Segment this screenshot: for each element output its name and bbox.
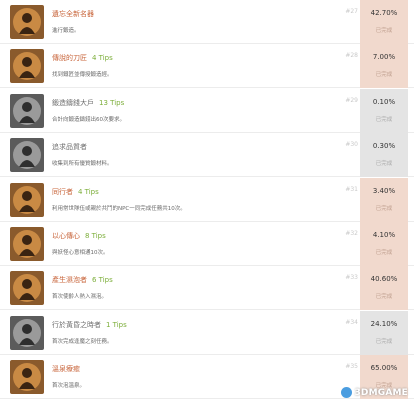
completion-cell: 4.10% 已完成 <box>360 222 408 266</box>
achievement-row[interactable]: 傳說的刀匠 4 Tips 找到鐵匠並傳授鍛造經。 #28 7.00% 已完成 <box>0 44 414 89</box>
achievement-row[interactable]: 同行者 4 Tips 利用常世隊伍或親於共鬥的NPC一同完成任務共10次。 #31 3.… <box>0 177 414 222</box>
achievement-name: 產生濕泡者 <box>52 276 87 285</box>
completion-cell: 7.00% 已完成 <box>360 44 408 89</box>
achievement-number: #31 <box>345 185 358 193</box>
achievement-title: 溫泉療癒 <box>52 364 80 374</box>
achievement-title: 同行者 4 Tips <box>52 187 99 197</box>
warrior-portrait-icon <box>10 49 44 84</box>
completion-percent: 0.30% <box>372 142 396 151</box>
watermark-text: 3DMGAME <box>354 388 408 398</box>
achievement-list: 遺忘全新名器 進行鍛造。 #27 42.70% 已完成 傳說的刀匠 4 Tips 找到鐵匠並傳… <box>0 0 414 400</box>
achievement-description: 首次完成逢魔之刻任務。 <box>52 338 113 345</box>
achievement-row[interactable]: 遺忘全新名器 進行鍛造。 #27 42.70% 已完成 <box>0 0 414 44</box>
tips-link[interactable]: 6 Tips <box>92 276 113 284</box>
completion-cell: 0.30% 已完成 <box>360 133 408 178</box>
warrior-portrait-icon <box>10 93 44 128</box>
tips-link[interactable]: 4 Tips <box>92 54 113 62</box>
warrior-portrait-icon <box>10 360 44 395</box>
achievement-number: #35 <box>345 363 358 371</box>
completion-status: 已完成 <box>375 161 393 168</box>
completion-percent: 40.60% <box>370 275 398 284</box>
completion-status: 已完成 <box>375 338 393 345</box>
completion-percent: 42.70% <box>370 9 398 17</box>
achievement-row[interactable]: 追求品質者收集到所有優質鍛材料。 #30 0.30% 已完成 <box>0 133 414 178</box>
achievement-description: 首次使齡人熱入濕泡。 <box>52 294 108 301</box>
completion-status: 已完成 <box>375 116 393 123</box>
completion-percent: 24.10% <box>370 319 398 328</box>
achievement-description: 進行鍛造。 <box>52 28 80 34</box>
achievement-name: 以心傳心 <box>52 232 80 240</box>
completion-status: 已完成 <box>375 250 393 256</box>
achievement-number: #30 <box>345 141 358 149</box>
achievement-row[interactable]: 行於黃昏之時者 1 Tips 首次完成逢魔之刻任務。 #34 24.10% 已完成 <box>0 310 414 355</box>
achievement-description: 找到鐵匠並傳授鍛造經。 <box>52 72 113 79</box>
completion-status: 已完成 <box>375 28 393 34</box>
tips-link[interactable]: 13 Tips <box>99 99 124 107</box>
completion-percent: 0.10% <box>372 97 396 106</box>
completion-cell: 24.10% 已完成 <box>360 310 408 355</box>
achievement-name: 傳說的刀匠 <box>52 54 87 63</box>
completion-percent: 7.00% <box>372 53 396 62</box>
watermark-logo-icon <box>341 387 353 398</box>
achievement-description: 利用常世隊伍或親於共鬥的NPC一同完成任務共10次。 <box>52 205 186 212</box>
tips-link[interactable]: 8 Tips <box>85 232 106 240</box>
achievement-description: 與妖怪心意相通10次。 <box>52 250 109 256</box>
watermark: 3DMGAME <box>341 387 408 398</box>
achievement-title: 追求品質者 <box>52 142 87 152</box>
completion-status: 已完成 <box>375 294 393 301</box>
achievement-number: #34 <box>345 318 358 326</box>
achievement-title: 鍛造鑄錢大戶 13 Tips <box>52 98 124 108</box>
completion-cell: 3.40% 已完成 <box>360 177 408 222</box>
warrior-portrait-icon <box>10 227 44 261</box>
achievement-title: 傳說的刀匠 4 Tips <box>52 53 113 63</box>
achievement-title: 產生濕泡者 6 Tips <box>52 275 113 285</box>
achievement-description: 首次泡溫泉。 <box>52 383 86 390</box>
achievement-name: 遺忘全新名器 <box>52 10 94 18</box>
completion-percent: 65.00% <box>370 364 398 373</box>
achievement-name: 行於黃昏之時者 <box>52 320 101 329</box>
achievement-number: #29 <box>345 96 358 104</box>
completion-cell: 40.60% 已完成 <box>360 266 408 311</box>
achievement-number: #32 <box>345 230 358 237</box>
tips-link[interactable]: 1 Tips <box>106 321 127 329</box>
completion-cell: 42.70% 已完成 <box>360 0 408 44</box>
achievement-name: 同行者 <box>52 187 73 196</box>
achievement-row[interactable]: 鍛造鑄錢大戶 13 Tips 合計向鍛造鑄錢出60次要求。 #29 0.10% 已完成 <box>0 88 414 133</box>
warrior-portrait-icon <box>10 271 44 306</box>
achievement-row[interactable]: 以心傳心 8 Tips 與妖怪心意相通10次。 #32 4.10% 已完成 <box>0 222 414 266</box>
achievement-row[interactable]: 產生濕泡者 6 Tips 首次使齡人熱入濕泡。 #33 40.60% 已完成 <box>0 266 414 311</box>
completion-percent: 3.40% <box>372 186 396 195</box>
warrior-portrait-icon <box>10 5 44 39</box>
warrior-portrait-icon <box>10 182 44 217</box>
achievement-number: #33 <box>345 274 358 282</box>
completion-status: 已完成 <box>375 72 393 79</box>
completion-percent: 4.10% <box>372 231 396 239</box>
warrior-portrait-icon <box>10 315 44 350</box>
achievement-number: #27 <box>345 8 358 15</box>
achievement-description: 合計向鍛造鑄錢出60次要求。 <box>52 116 125 123</box>
completion-status: 已完成 <box>375 205 393 212</box>
warrior-portrait-icon <box>10 138 44 173</box>
achievement-name: 溫泉療癒 <box>52 365 80 374</box>
achievement-title: 遺忘全新名器 <box>52 9 94 19</box>
achievement-title: 行於黃昏之時者 1 Tips <box>52 320 127 330</box>
achievement-title: 以心傳心 8 Tips <box>52 231 106 241</box>
achievement-number: #28 <box>345 52 358 60</box>
achievement-name: 追求品質者 <box>52 143 87 152</box>
achievement-description: 收集到所有優質鍛材料。 <box>52 161 113 168</box>
achievement-name: 鍛造鑄錢大戶 <box>52 98 94 107</box>
tips-link[interactable]: 4 Tips <box>78 188 99 196</box>
completion-cell: 0.10% 已完成 <box>360 88 408 133</box>
